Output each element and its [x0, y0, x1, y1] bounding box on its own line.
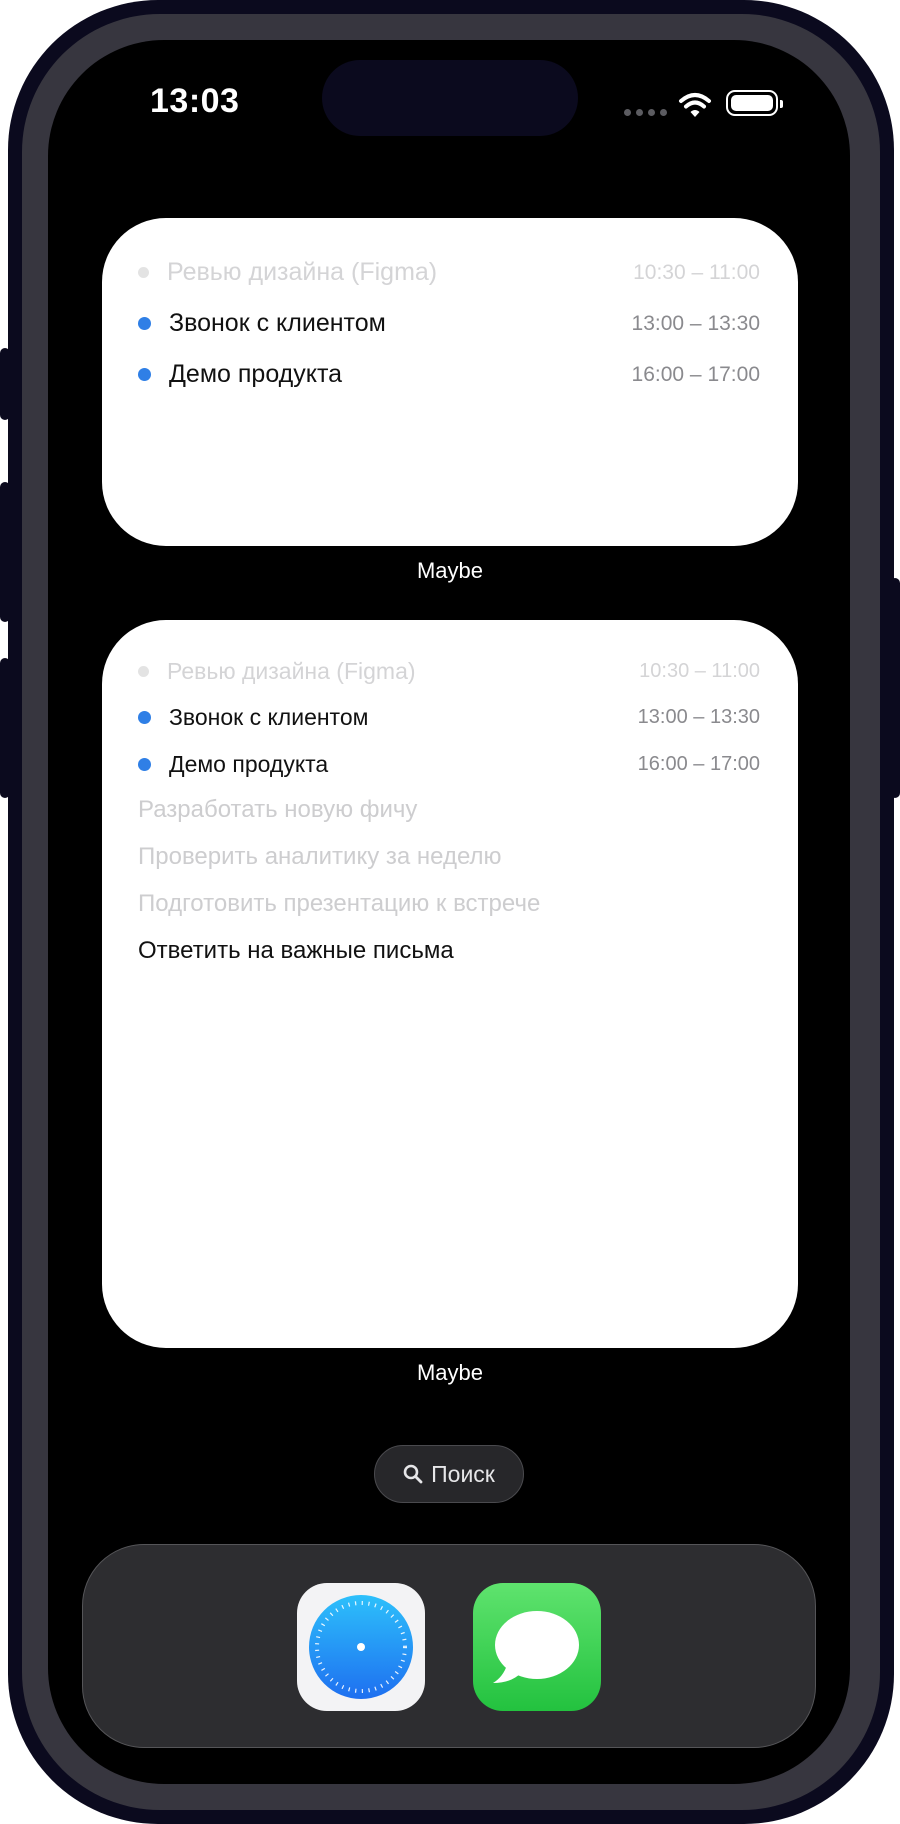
event-time: 13:00 – 13:30	[631, 311, 760, 335]
event-dot-icon	[138, 267, 149, 278]
dock	[82, 1544, 816, 1748]
task-item: Подготовить презентацию к встрече	[138, 890, 541, 917]
event-row: Демо продукта 16:00 – 17:00	[138, 751, 760, 778]
task-item: Проверить аналитику за неделю	[138, 843, 502, 870]
safari-icon	[309, 1595, 413, 1699]
calendar-widget-medium[interactable]: Ревью дизайна (Figma) 10:30 – 11:00 Звон…	[102, 218, 798, 546]
event-dot-icon	[138, 711, 151, 724]
event-time: 10:30 – 11:00	[633, 260, 760, 284]
search-icon	[403, 1464, 423, 1484]
search-button[interactable]: Поиск	[374, 1445, 524, 1503]
task-item: Разработать новую фичу	[138, 796, 418, 823]
event-row: Звонок с клиентом 13:00 – 13:30	[138, 309, 760, 338]
event-dot-icon	[138, 368, 151, 381]
messages-icon	[493, 1611, 579, 1683]
event-title: Демо продукта	[169, 751, 329, 777]
volume-up-button	[0, 482, 10, 622]
safari-app-icon[interactable]	[297, 1583, 425, 1711]
battery-icon	[726, 90, 783, 116]
event-time: 13:00 – 13:30	[637, 706, 760, 728]
task-item: Ответить на важные письма	[138, 937, 454, 964]
side-button	[890, 578, 900, 798]
event-row: Ревью дизайна (Figma) 10:30 – 11:00	[138, 658, 760, 685]
event-time: 16:00 – 17:00	[637, 753, 760, 775]
calendar-widget-large[interactable]: Ревью дизайна (Figma) 10:30 – 11:00 Звон…	[102, 620, 798, 1348]
messages-app-icon[interactable]	[473, 1583, 601, 1711]
event-dot-icon	[138, 758, 151, 771]
event-title: Демо продукта	[169, 360, 343, 388]
event-row: Звонок с клиентом 13:00 – 13:30	[138, 704, 760, 731]
event-row: Ревью дизайна (Figma) 10:30 – 11:00	[138, 258, 760, 287]
event-title: Звонок с клиентом	[169, 704, 369, 730]
event-title: Ревью дизайна (Figma)	[167, 658, 416, 684]
volume-down-button	[0, 658, 10, 798]
widget-label: Maybe	[416, 1360, 484, 1385]
event-time: 10:30 – 11:00	[639, 660, 760, 682]
event-dot-icon	[138, 666, 149, 677]
widget-label: Maybe	[416, 558, 484, 583]
event-time: 16:00 – 17:00	[631, 362, 760, 386]
event-dot-icon	[138, 317, 151, 330]
event-row: Демо продукта 16:00 – 17:00	[138, 360, 760, 389]
status-time: 13:03	[150, 82, 240, 120]
action-button	[0, 348, 10, 420]
search-label: Поиск	[431, 1460, 495, 1487]
event-title: Звонок с клиентом	[169, 309, 386, 337]
cellular-signal-icon	[624, 109, 667, 116]
dynamic-island	[322, 60, 578, 136]
wifi-icon	[679, 93, 711, 117]
event-title: Ревью дизайна (Figma)	[167, 258, 438, 286]
